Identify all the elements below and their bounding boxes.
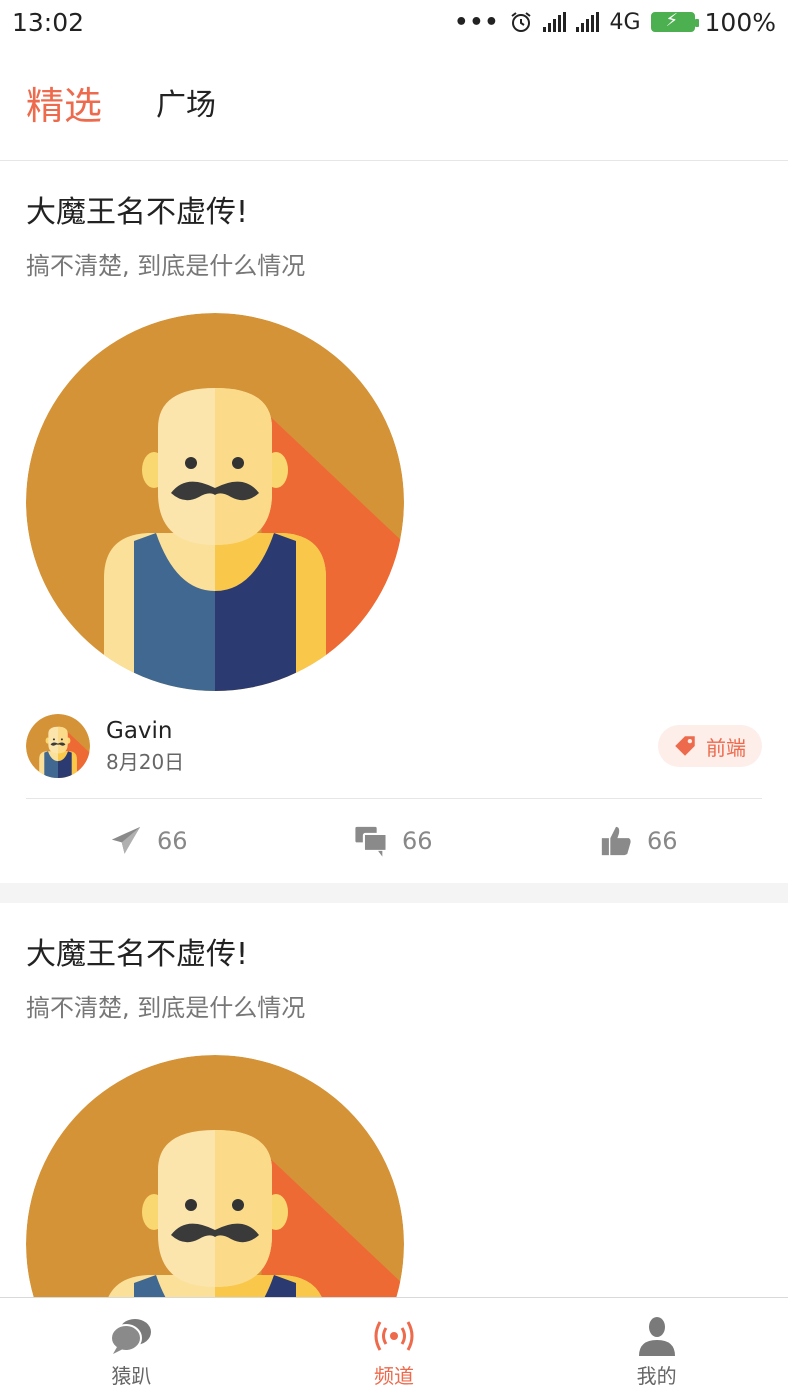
tag-label: 前端 bbox=[706, 735, 746, 760]
signal-icon bbox=[543, 12, 567, 32]
post-card[interactable]: 大魔王名不虚传! 搞不清楚, 到底是什么情况 Gavin 8月20日 前端 66… bbox=[0, 161, 788, 883]
post-title: 大魔王名不虚传! bbox=[26, 195, 249, 230]
post-actions: 66 66 66 bbox=[26, 799, 762, 883]
post-date: 8月20日 bbox=[106, 750, 185, 774]
post-image[interactable] bbox=[26, 313, 404, 691]
status-bar: 13:02 ••• 4G ⚡ 100% bbox=[0, 0, 788, 44]
tab-featured[interactable]: 精选 bbox=[26, 75, 102, 130]
nav-item-yuanpa[interactable]: 猿趴 bbox=[0, 1298, 263, 1400]
nav-item-channel[interactable]: 频道 bbox=[263, 1298, 526, 1400]
paper-plane-icon bbox=[111, 826, 141, 854]
share-count: 66 bbox=[157, 827, 188, 855]
like-button[interactable]: 66 bbox=[599, 824, 678, 858]
tag-icon bbox=[675, 736, 695, 756]
chat-bubbles-icon bbox=[110, 1319, 152, 1354]
top-tabs: 精选 广场 bbox=[0, 44, 788, 161]
comment-button[interactable]: 66 bbox=[354, 824, 433, 858]
bottom-nav: 猿趴 频道 我的 bbox=[0, 1297, 788, 1400]
post-meta: Gavin 8月20日 前端 bbox=[26, 713, 762, 779]
comments-icon bbox=[355, 826, 388, 857]
network-type: 4G bbox=[609, 9, 641, 35]
post-card[interactable]: 大魔王名不虚传! 搞不清楚, 到底是什么情况 bbox=[0, 903, 788, 1297]
author-name[interactable]: Gavin bbox=[106, 715, 184, 747]
share-button[interactable]: 66 bbox=[109, 824, 188, 858]
like-count: 66 bbox=[647, 827, 678, 855]
thumbs-up-icon bbox=[601, 826, 631, 856]
post-feed[interactable]: 大魔王名不虚传! 搞不清楚, 到底是什么情况 Gavin 8月20日 前端 66… bbox=[0, 161, 788, 1297]
battery-icon: ⚡ bbox=[650, 10, 699, 32]
nav-label: 我的 bbox=[636, 1364, 677, 1388]
nav-label: 频道 bbox=[374, 1364, 414, 1388]
status-time: 13:02 bbox=[12, 7, 85, 37]
post-subtitle: 搞不清楚, 到底是什么情况 bbox=[26, 994, 306, 1022]
comment-count: 66 bbox=[402, 827, 433, 855]
signal-icon-2 bbox=[576, 12, 600, 32]
broadcast-icon bbox=[374, 1321, 414, 1351]
post-title: 大魔王名不虚传! bbox=[26, 937, 249, 972]
post-image[interactable] bbox=[26, 1055, 404, 1297]
battery-level: 100% bbox=[704, 7, 776, 37]
tab-square[interactable]: 广场 bbox=[156, 80, 216, 124]
author-avatar[interactable] bbox=[26, 714, 90, 778]
user-icon bbox=[638, 1317, 675, 1356]
nav-label: 猿趴 bbox=[111, 1364, 152, 1388]
status-icons: ••• 4G ⚡ 100% bbox=[454, 8, 776, 37]
card-separator bbox=[0, 883, 788, 903]
post-subtitle: 搞不清楚, 到底是什么情况 bbox=[26, 252, 306, 280]
more-dots-icon: ••• bbox=[454, 9, 500, 35]
alarm-icon bbox=[511, 12, 532, 32]
category-tag[interactable]: 前端 bbox=[658, 725, 762, 767]
nav-item-mine[interactable]: 我的 bbox=[525, 1298, 788, 1400]
